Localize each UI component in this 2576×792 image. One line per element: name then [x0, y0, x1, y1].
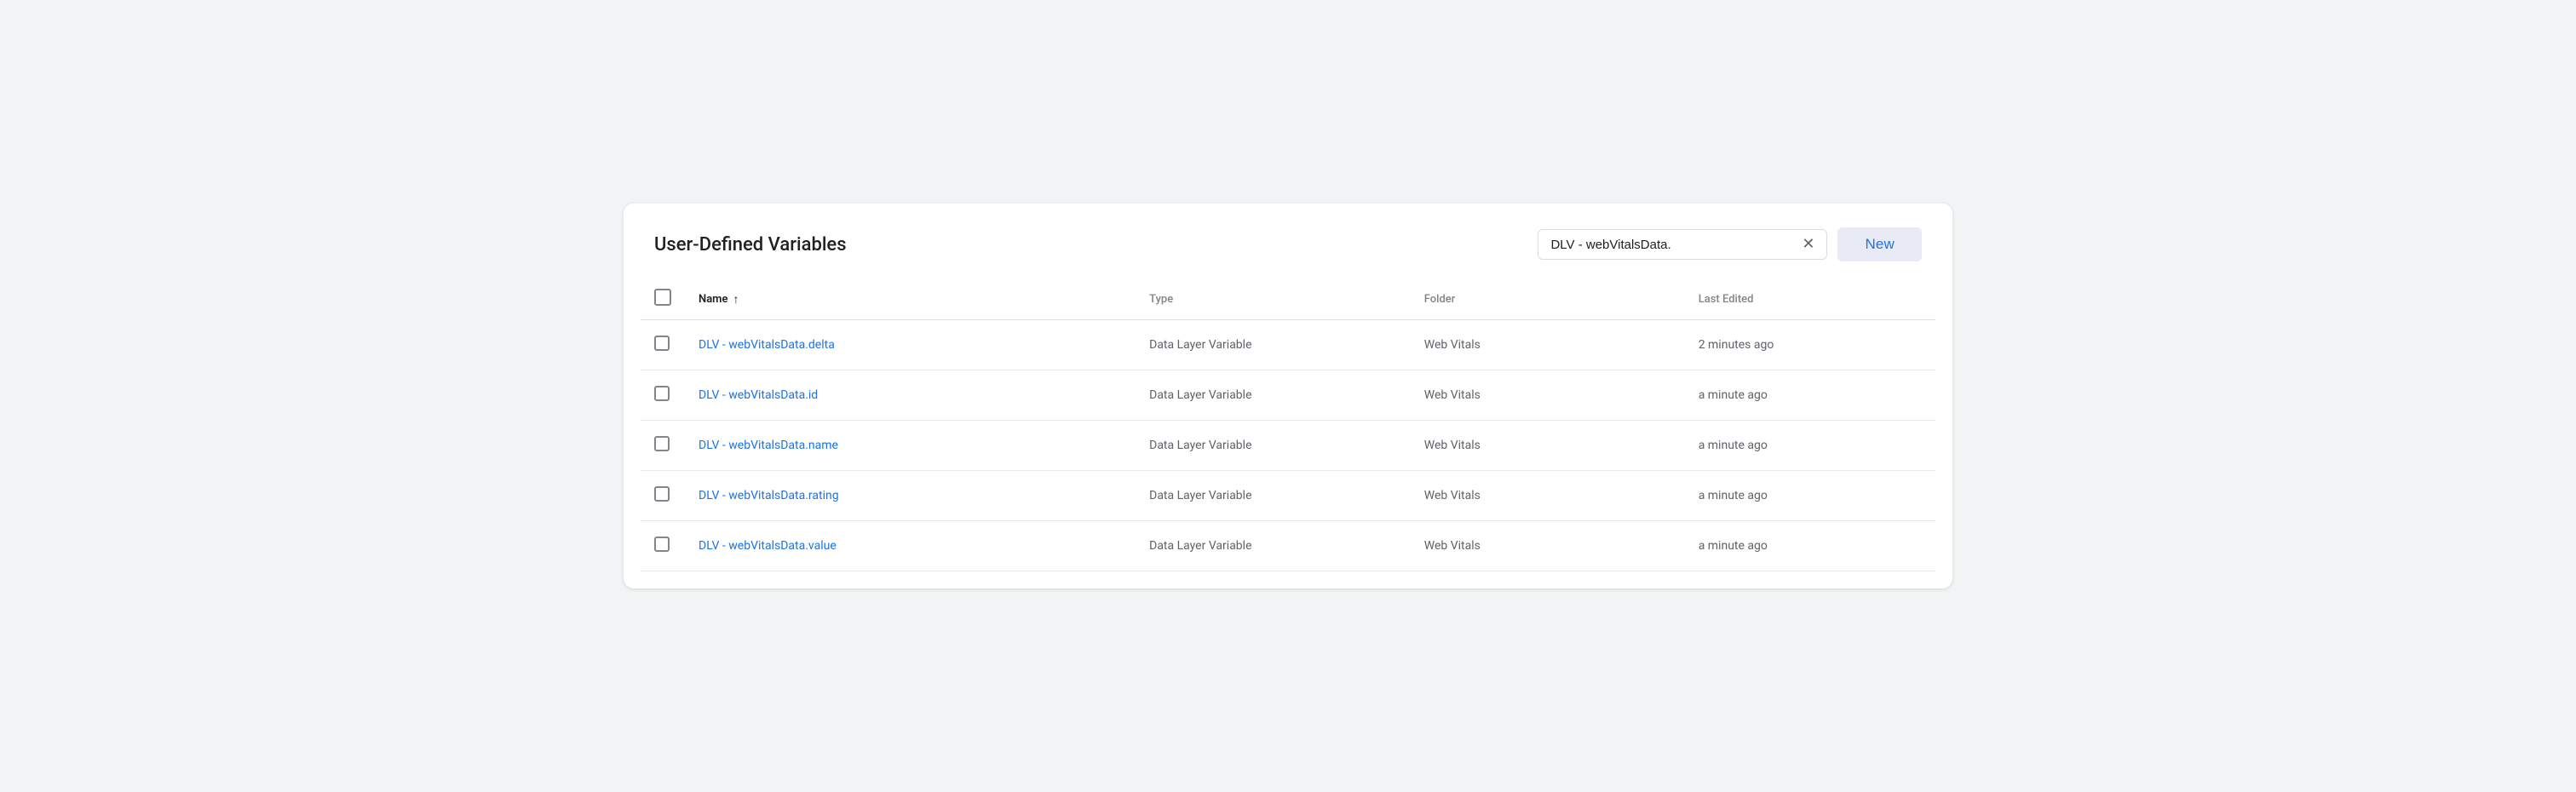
- variables-table: Name ↑ Type Folder Last Edited: [641, 278, 1935, 571]
- row-checkbox-4[interactable]: [654, 537, 670, 552]
- row-checkbox-2[interactable]: [654, 436, 670, 451]
- cell-last-edited-1: a minute ago: [1685, 370, 1935, 421]
- cell-last-edited-4: a minute ago: [1685, 521, 1935, 571]
- cell-type-3: Data Layer Variable: [1136, 471, 1411, 521]
- variable-link-3[interactable]: DLV - webVitalsData.rating: [699, 489, 839, 502]
- table-row: DLV - webVitalsData.delta Data Layer Var…: [641, 320, 1935, 370]
- variable-link-1[interactable]: DLV - webVitalsData.id: [699, 388, 818, 402]
- row-checkbox-cell: [641, 370, 685, 421]
- new-button[interactable]: New: [1837, 227, 1922, 261]
- cell-folder-0: Web Vitals: [1411, 320, 1685, 370]
- row-checkbox-cell: [641, 421, 685, 471]
- row-checkbox-0[interactable]: [654, 336, 670, 351]
- cell-name-4: DLV - webVitalsData.value: [685, 521, 1136, 571]
- cell-last-edited-2: a minute ago: [1685, 421, 1935, 471]
- row-checkbox-cell: [641, 521, 685, 571]
- cell-last-edited-0: 2 minutes ago: [1685, 320, 1935, 370]
- header-checkbox-cell: [641, 278, 685, 320]
- cell-type-4: Data Layer Variable: [1136, 521, 1411, 571]
- table-row: DLV - webVitalsData.id Data Layer Variab…: [641, 370, 1935, 421]
- table-body: DLV - webVitalsData.delta Data Layer Var…: [641, 320, 1935, 571]
- header-actions: ✕ New: [1538, 227, 1922, 261]
- cell-type-0: Data Layer Variable: [1136, 320, 1411, 370]
- cell-name-0: DLV - webVitalsData.delta: [685, 320, 1136, 370]
- table-row: DLV - webVitalsData.name Data Layer Vari…: [641, 421, 1935, 471]
- cell-folder-1: Web Vitals: [1411, 370, 1685, 421]
- variable-link-2[interactable]: DLV - webVitalsData.name: [699, 439, 838, 452]
- table-header: Name ↑ Type Folder Last Edited: [641, 278, 1935, 320]
- cell-folder-2: Web Vitals: [1411, 421, 1685, 471]
- row-checkbox-1[interactable]: [654, 386, 670, 401]
- main-panel: User-Defined Variables ✕ New Name: [624, 204, 1952, 588]
- cell-name-1: DLV - webVitalsData.id: [685, 370, 1136, 421]
- column-header-name: Name ↑: [685, 278, 1136, 320]
- column-header-type: Type: [1136, 278, 1411, 320]
- table-row: DLV - webVitalsData.value Data Layer Var…: [641, 521, 1935, 571]
- cell-folder-4: Web Vitals: [1411, 521, 1685, 571]
- cell-type-1: Data Layer Variable: [1136, 370, 1411, 421]
- row-checkbox-3[interactable]: [654, 486, 670, 502]
- page-title: User-Defined Variables: [654, 234, 847, 255]
- clear-search-icon[interactable]: ✕: [1802, 237, 1814, 252]
- column-header-last-edited: Last Edited: [1685, 278, 1935, 320]
- cell-folder-3: Web Vitals: [1411, 471, 1685, 521]
- search-box: ✕: [1538, 229, 1827, 260]
- variable-link-0[interactable]: DLV - webVitalsData.delta: [699, 338, 835, 352]
- cell-name-2: DLV - webVitalsData.name: [685, 421, 1136, 471]
- cell-last-edited-3: a minute ago: [1685, 471, 1935, 521]
- search-input[interactable]: [1550, 238, 1795, 252]
- cell-type-2: Data Layer Variable: [1136, 421, 1411, 471]
- table-row: DLV - webVitalsData.rating Data Layer Va…: [641, 471, 1935, 521]
- header: User-Defined Variables ✕ New: [624, 204, 1952, 278]
- variable-link-4[interactable]: DLV - webVitalsData.value: [699, 539, 837, 553]
- row-checkbox-cell: [641, 471, 685, 521]
- name-column-label: Name: [699, 293, 727, 306]
- sort-ascending-icon[interactable]: ↑: [733, 292, 739, 307]
- row-checkbox-cell: [641, 320, 685, 370]
- table-wrapper: Name ↑ Type Folder Last Edited: [624, 278, 1952, 588]
- select-all-checkbox[interactable]: [654, 289, 671, 306]
- column-header-folder: Folder: [1411, 278, 1685, 320]
- cell-name-3: DLV - webVitalsData.rating: [685, 471, 1136, 521]
